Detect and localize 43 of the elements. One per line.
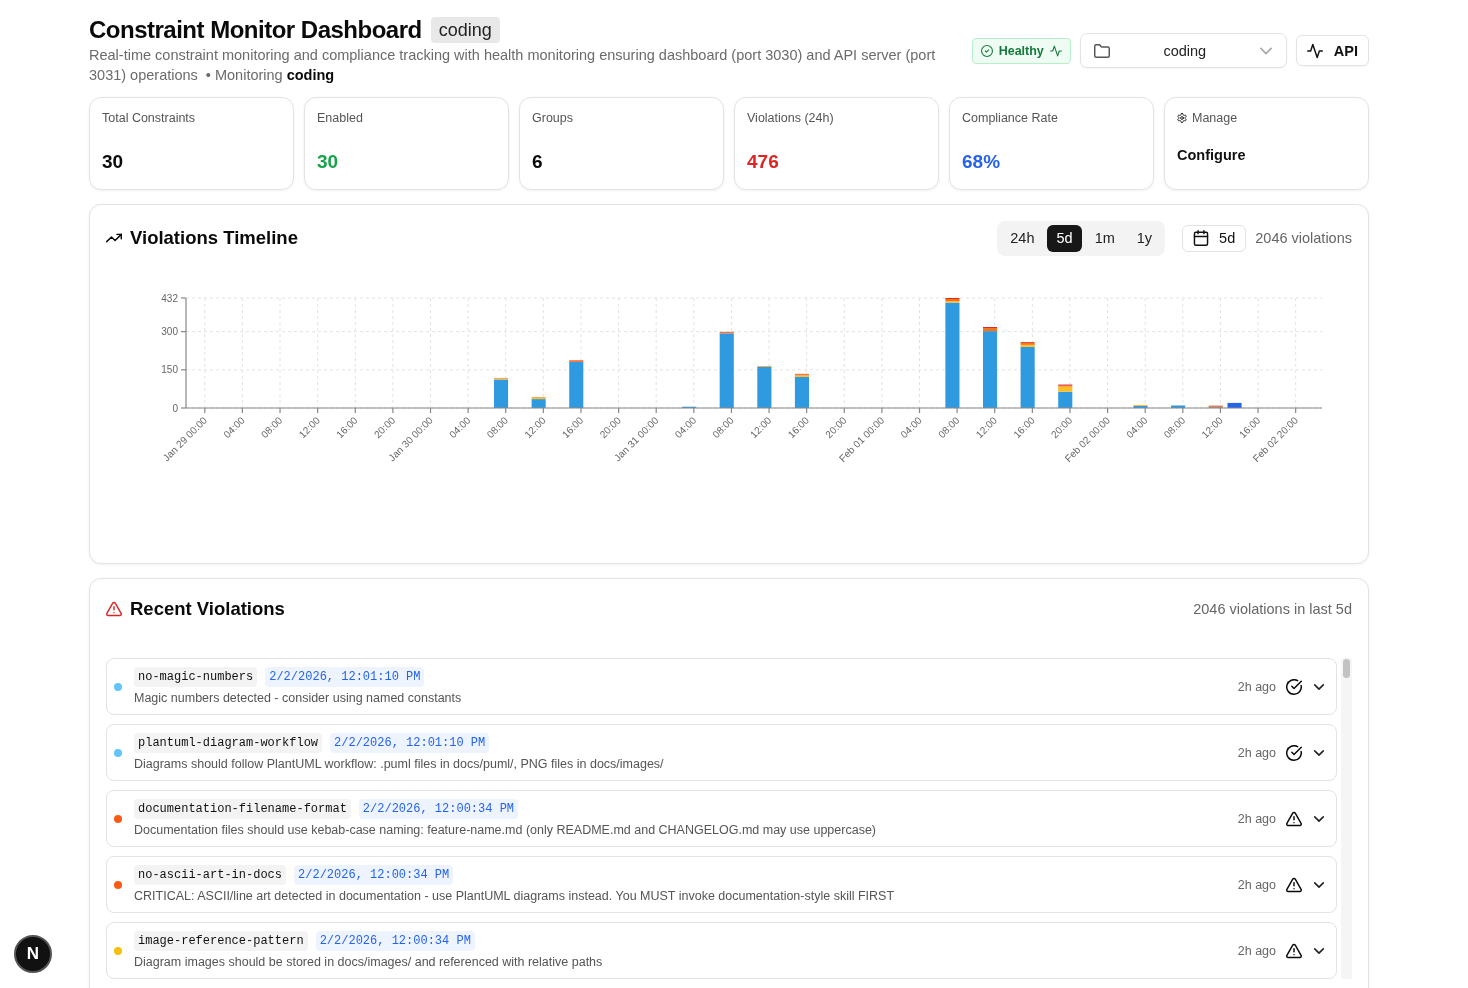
rule-name: no-ascii-art-in-docs (134, 865, 287, 885)
rule-name: image-reference-pattern (134, 931, 308, 951)
dashboard-description: Real-time constraint monitoring and compliance tracking with health monitoring ensuring dashboard (port 3030) and API server (port 3031) operations • Monitoring coding (89, 46, 937, 85)
violation-timestamp: 2/2/2026, 12:01:10 PM (330, 733, 490, 753)
violation-timestamp: 2/2/2026, 12:01:10 PM (265, 667, 425, 687)
y-axis-label: 300 (161, 326, 178, 338)
stat-label: Enabled (317, 110, 363, 126)
y-axis-label: 0 (172, 402, 178, 414)
violation-timestamp: 2/2/2026, 12:00:34 PM (294, 865, 454, 885)
violation-message: Magic numbers detected - consider using named constants (134, 690, 462, 706)
violation-age: 2h ago (1237, 745, 1276, 760)
violation-age: 2h ago (1237, 877, 1276, 892)
timeline-title: Violations Timeline (130, 226, 298, 250)
stat-value: 68% (962, 150, 1001, 174)
stat-label: Violations (24h) (747, 110, 834, 126)
rule-name: documentation-filename-format (134, 799, 351, 819)
health-label: Healthy (998, 43, 1044, 58)
violation-message: CRITICAL: ASCII/line art detected in documentation - use PlantUML diagrams instead. You MUST invoke documentation-style skill FIRST (134, 888, 895, 904)
violation-count: 2046 violations (1255, 230, 1352, 246)
stat-label: Manage (1192, 110, 1238, 126)
violation-message: Diagrams should follow PlantUML workflow: .puml files in docs/puml/, PNG files in docs/images/ (134, 756, 664, 772)
project-tag: coding (430, 17, 500, 43)
violation-timestamp: 2/2/2026, 12:00:34 PM (315, 931, 475, 951)
violations-summary: 2046 violations in last 5d (1193, 601, 1352, 617)
recent-violations-title: Recent Violations (130, 597, 285, 621)
y-axis-label: 432 (161, 292, 178, 304)
stat-label: Groups (532, 110, 573, 126)
violation-age: 2h ago (1237, 679, 1276, 694)
stat-value: 30 (102, 150, 124, 174)
violation-age: 2h ago (1237, 943, 1276, 958)
rule-name: no-magic-numbers (134, 667, 258, 687)
violation-age: 2h ago (1237, 811, 1276, 826)
stat-value: 476 (747, 150, 779, 174)
stat-label: Compliance Rate (962, 110, 1058, 126)
rule-name: plantuml-diagram-workflow (134, 733, 323, 753)
dashboard-title: Constraint Monitor Dashboard (89, 16, 422, 44)
violation-timestamp: 2/2/2026, 12:00:34 PM (358, 799, 519, 819)
stat-label: Total Constraints (102, 110, 196, 126)
violation-message: Documentation files should use kebab-case naming: feature-name.md (only README.md and CHANGELOG.md may use uppercase) (134, 822, 876, 838)
violation-message: Diagram images should be stored in docs/images/ and referenced with relative paths (134, 954, 603, 970)
stat-value: 30 (317, 150, 339, 174)
stat-value: 6 (532, 150, 543, 174)
y-axis-label: 150 (161, 364, 178, 376)
